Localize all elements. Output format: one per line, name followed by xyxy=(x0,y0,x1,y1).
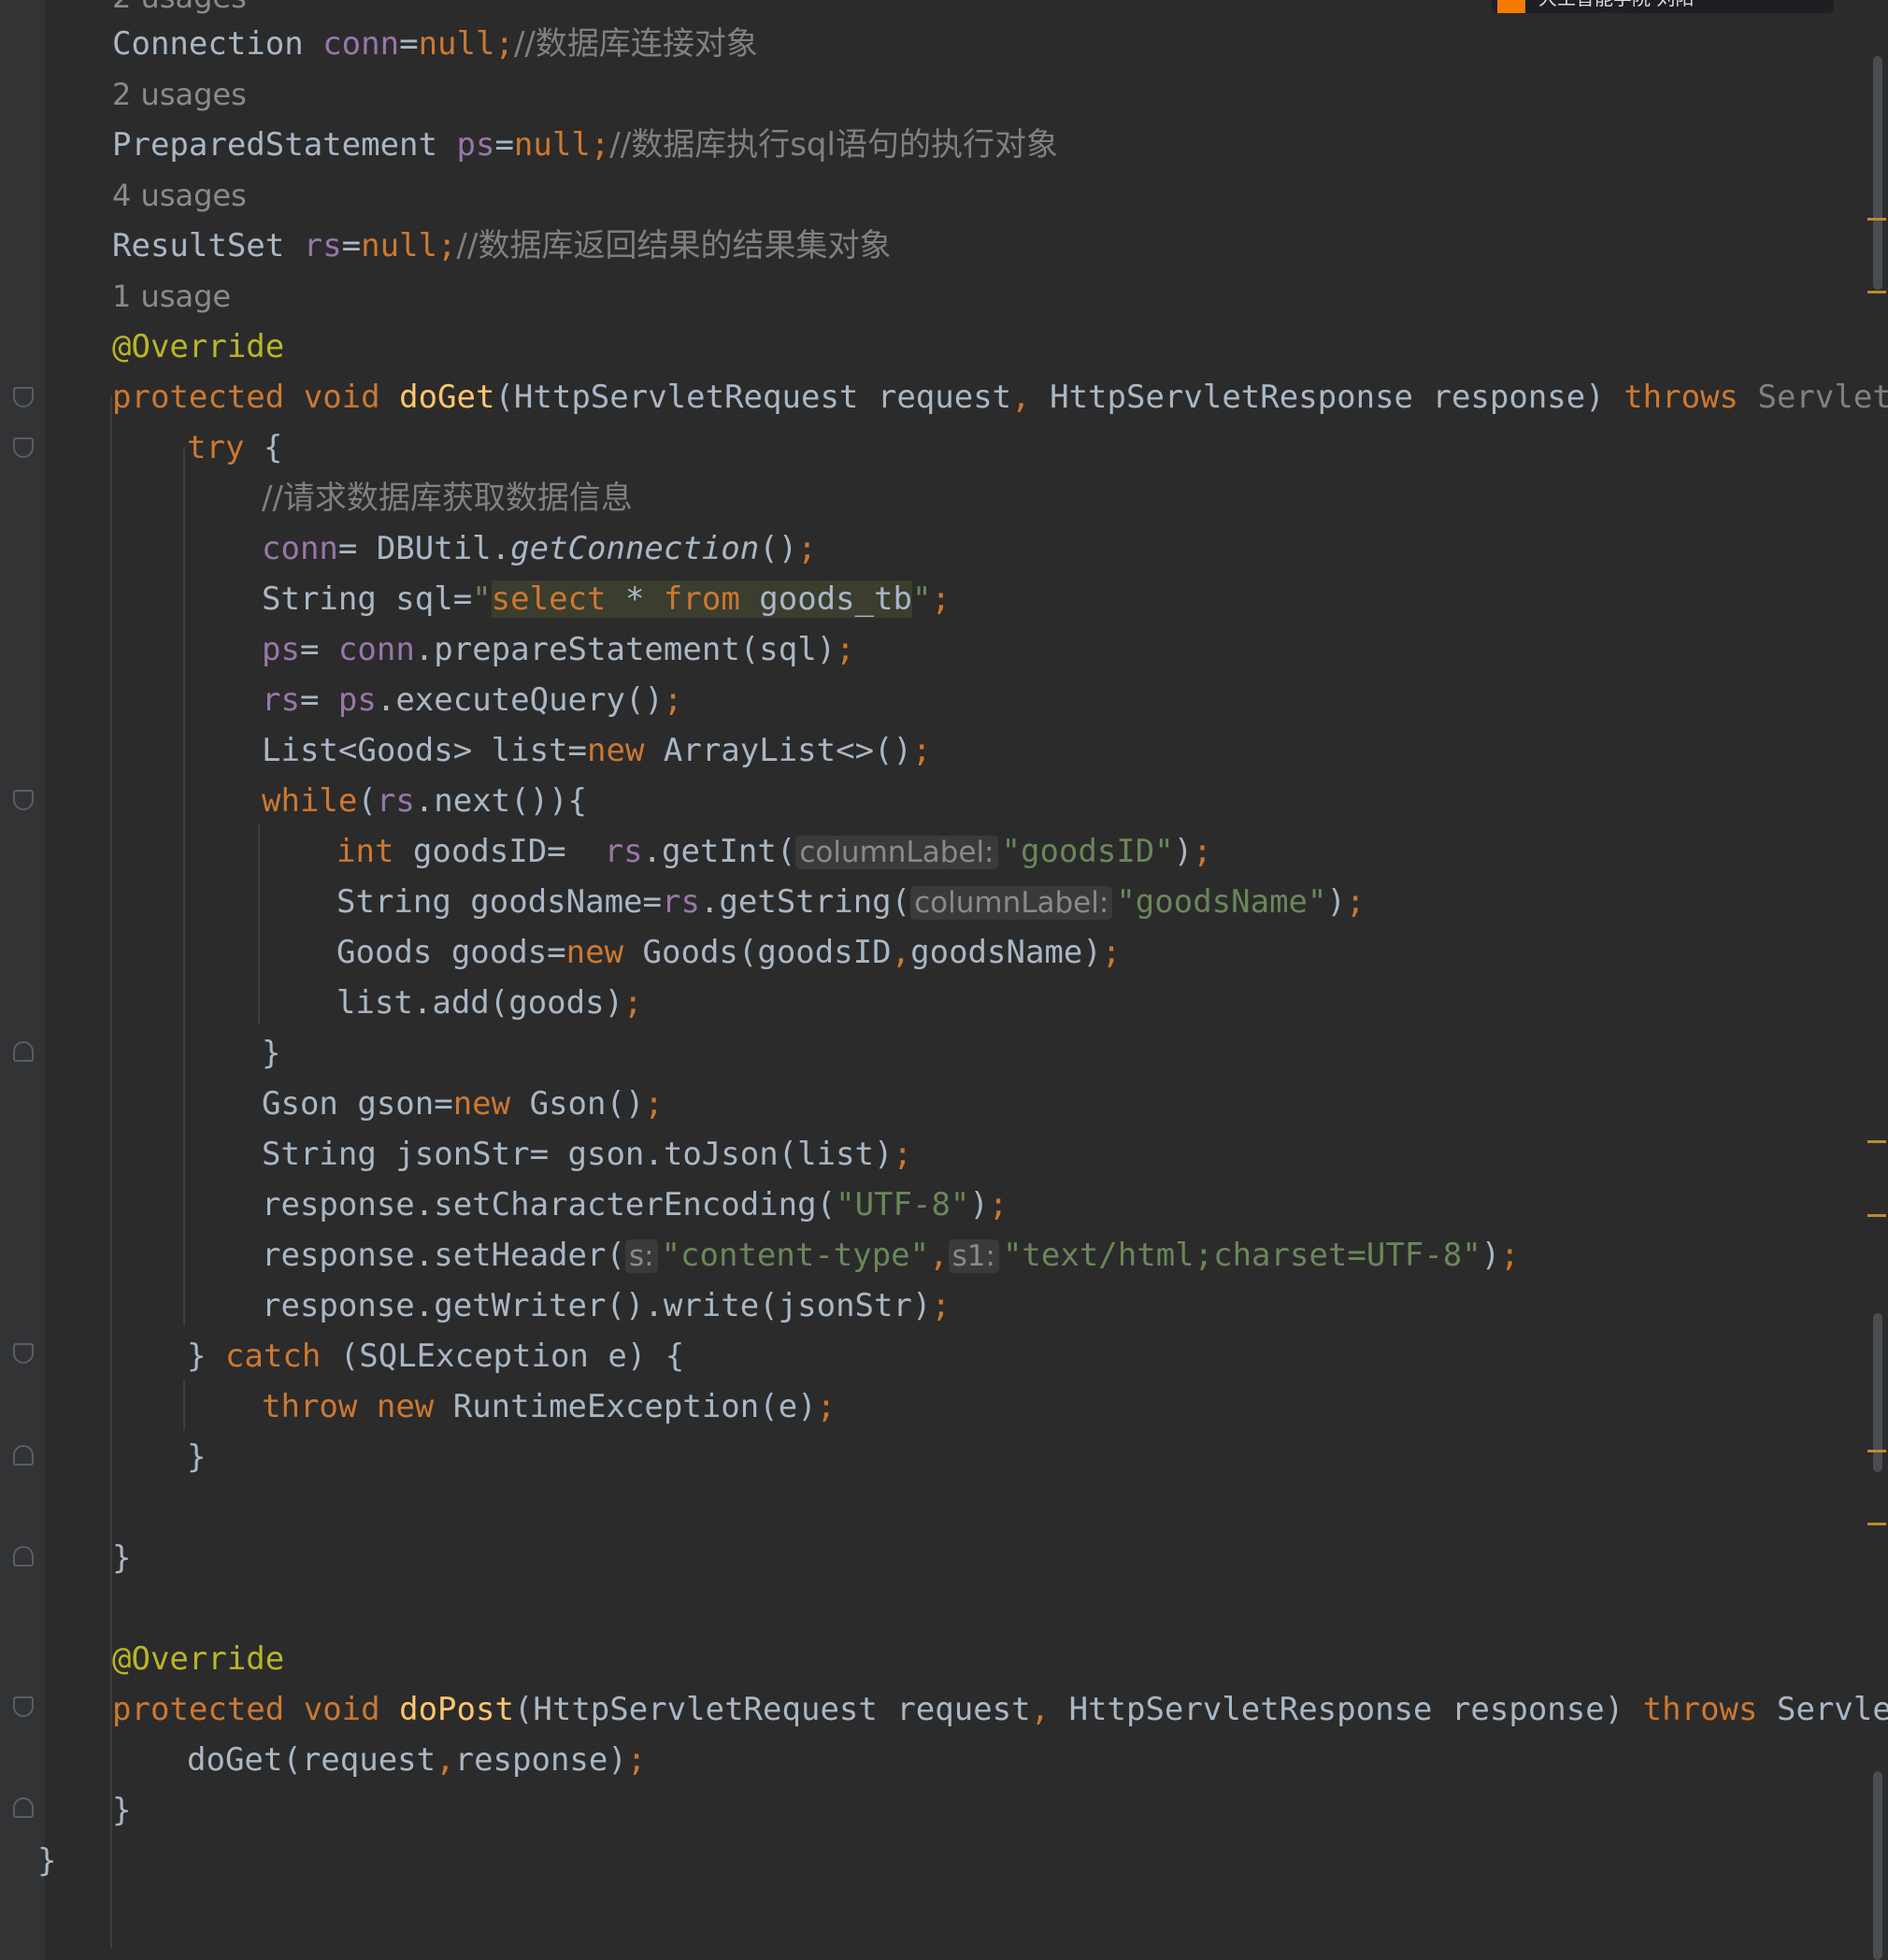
code-line: int goodsID= rs.getInt(columnLabel: "good… xyxy=(336,833,1212,870)
code-line: String jsonStr= gson.toJson(list); xyxy=(262,1136,912,1173)
warning-marker[interactable] xyxy=(1867,1140,1886,1143)
gutter[interactable] xyxy=(0,0,45,1960)
code-line: response.setHeader(s: "content-type", s1: "… xyxy=(262,1237,1520,1274)
code-line: try { xyxy=(187,429,283,466)
vertical-scrollbar[interactable] xyxy=(1873,56,1882,1960)
code-line: List<Goods> list=new ArrayList<>(); xyxy=(262,732,932,769)
warning-marker[interactable] xyxy=(1867,291,1886,293)
warning-marker[interactable] xyxy=(1867,1214,1886,1217)
code-line: while(rs.next()){ xyxy=(262,782,588,820)
indent-guide xyxy=(110,1734,112,1784)
warning-marker[interactable] xyxy=(1867,1450,1886,1452)
warning-marker[interactable] xyxy=(1867,218,1886,221)
method-signature-dopost: protected void doPost(HttpServletRequest… xyxy=(112,1691,1888,1728)
indent-guide xyxy=(183,447,185,1325)
code-line: conn= DBUtil.getConnection(); xyxy=(262,530,817,567)
fold-icon[interactable] xyxy=(13,387,34,408)
code-line: throw new RuntimeException(e); xyxy=(262,1388,837,1425)
code-line: } xyxy=(112,1792,132,1829)
code-line: response.setCharacterEncoding("UTF-8"); xyxy=(262,1186,1008,1223)
usage-hint[interactable]: 1 usage xyxy=(112,271,231,322)
method-signature-doget: protected void doGet(HttpServletRequest … xyxy=(112,379,1888,416)
code-line: Gson gson=new Gson(); xyxy=(262,1085,664,1123)
code-line: Connection conn=null;//数据库连接对象 xyxy=(112,25,758,63)
notification-text: 大工智能学院 刘阳 xyxy=(1538,0,1694,9)
fold-icon[interactable] xyxy=(13,790,34,810)
code-line: list.add(goods); xyxy=(336,984,643,1022)
fold-icon[interactable] xyxy=(13,1343,34,1364)
usage-hint[interactable]: 4 usages xyxy=(112,170,247,221)
fold-icon[interactable] xyxy=(13,1546,34,1567)
code-comment: //请求数据库获取数据信息 xyxy=(262,479,633,517)
notification-badge-icon xyxy=(1497,0,1525,13)
code-line: } xyxy=(37,1842,57,1880)
parameter-hint: s: xyxy=(624,1239,658,1273)
code-line: } xyxy=(262,1035,281,1072)
code-editor[interactable]: 大工智能学院 刘阳 2 usages Connection conn=null;… xyxy=(0,0,1888,1960)
scrollbar-thumb[interactable] xyxy=(1873,1771,1882,1960)
indent-guide xyxy=(183,1380,185,1430)
code-line: } xyxy=(112,1539,132,1577)
fold-icon[interactable] xyxy=(13,1041,34,1062)
code-line: rs= ps.executeQuery(); xyxy=(262,681,683,719)
annotation: @Override xyxy=(112,1640,285,1678)
fold-icon[interactable] xyxy=(13,437,34,458)
code-line: PreparedStatement ps=null;//数据库执行sql语句的执… xyxy=(112,126,1058,164)
parameter-hint: s1: xyxy=(948,1239,999,1273)
code-line: } xyxy=(187,1438,207,1476)
scrollbar-thumb[interactable] xyxy=(1873,56,1882,290)
code-line: String goodsName=rs.getString(columnLabe… xyxy=(336,883,1366,921)
code-line: } catch (SQLException e) { xyxy=(187,1338,685,1375)
code-line: response.getWriter().write(jsonStr); xyxy=(262,1287,951,1324)
code-line: doGet(request,response); xyxy=(187,1741,647,1779)
fold-icon[interactable] xyxy=(13,1797,34,1818)
usage-hint[interactable]: 2 usages xyxy=(112,69,247,120)
fold-icon[interactable] xyxy=(13,1696,34,1717)
code-line: Goods goods=new Goods(goodsID,goodsName)… xyxy=(336,934,1122,971)
code-line: ResultSet rs=null;//数据库返回结果的结果集对象 xyxy=(112,227,892,265)
code-line: String sql="select * from goods_tb"; xyxy=(262,580,951,618)
parameter-hint: columnLabel: xyxy=(910,886,1113,920)
notification-banner[interactable]: 大工智能学院 刘阳 xyxy=(1492,0,1834,13)
parameter-hint: columnLabel: xyxy=(795,836,998,869)
code-line: ps= conn.prepareStatement(sql); xyxy=(262,631,855,668)
annotation: @Override xyxy=(112,328,285,365)
scrollbar-thumb[interactable] xyxy=(1873,1313,1882,1472)
fold-icon[interactable] xyxy=(13,1445,34,1466)
indent-guide xyxy=(258,824,260,1024)
warning-marker[interactable] xyxy=(1867,1523,1886,1525)
